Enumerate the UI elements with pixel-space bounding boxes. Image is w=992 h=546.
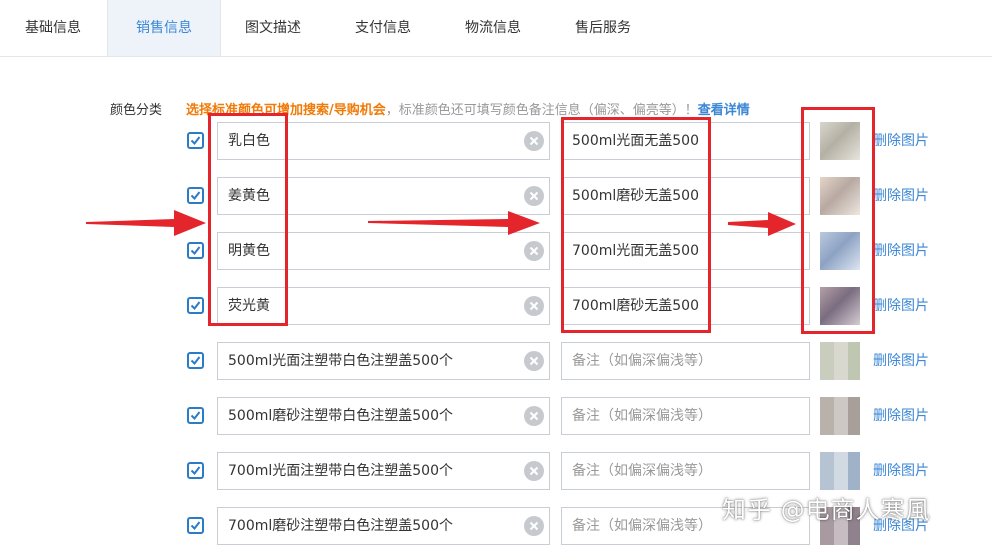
clear-circle-x-icon[interactable] [524,516,544,536]
row-checkbox[interactable] [187,297,204,314]
checkmark-icon [190,466,201,476]
product-thumbnail[interactable] [820,452,860,490]
tab-payment-info[interactable]: 支付信息 [330,0,436,56]
color-note-input[interactable]: 备注（如偏深偏浅等） [561,452,810,490]
clear-circle-x-icon[interactable] [524,351,544,371]
color-name-input[interactable]: 500ml光面注塑带白色注塑盖500个 [217,342,550,380]
row-checkbox[interactable] [187,517,204,534]
annotation-arrow-2 [368,211,540,235]
tab-basic-info[interactable]: 基础信息 [0,0,106,56]
color-row: 500ml磨砂注塑带白色注塑盖500个 备注（如偏深偏浅等） 删除图片 [0,396,992,436]
view-details-link[interactable]: 查看详情 [698,103,750,118]
color-category-label: 颜色分类 [110,103,163,118]
row-checkbox[interactable] [187,407,204,424]
checkmark-icon [190,136,201,146]
color-name-input[interactable]: 500ml磨砂注塑带白色注塑盖500个 [217,397,550,435]
checkmark-icon [190,411,201,421]
tab-after-sales[interactable]: 售后服务 [550,0,656,56]
color-note-input[interactable]: 备注（如偏深偏浅等） [561,397,810,435]
color-name-input[interactable]: 700ml光面注塑带白色注塑盖500个 [217,452,550,490]
clear-circle-x-icon[interactable] [524,186,544,206]
checkmark-icon [190,246,201,256]
row-checkbox[interactable] [187,187,204,204]
delete-image-link[interactable]: 删除图片 [873,350,929,370]
product-thumbnail[interactable] [820,342,860,380]
clear-circle-x-icon[interactable] [524,296,544,316]
checkmark-icon [190,521,201,531]
checkmark-icon [190,356,201,366]
color-name-input[interactable]: 700ml磨砂注塑带白色注塑盖500个 [217,507,550,545]
annotation-box-notes [561,117,711,333]
tab-description[interactable]: 图文描述 [220,0,326,56]
annotation-box-images [801,107,875,334]
checkmark-icon [190,191,201,201]
checkmark-icon [190,301,201,311]
annotation-arrow-3 [728,212,796,236]
delete-image-link[interactable]: 删除图片 [873,185,929,205]
clear-circle-x-icon[interactable] [524,241,544,261]
product-thumbnail[interactable] [820,397,860,435]
color-note-input[interactable]: 备注（如偏深偏浅等） [561,342,810,380]
delete-image-link[interactable]: 删除图片 [873,240,929,260]
delete-image-link[interactable]: 删除图片 [873,130,929,150]
tab-bar: 基础信息 销售信息 图文描述 支付信息 物流信息 售后服务 [0,0,992,57]
annotation-box-names [208,113,288,326]
clear-circle-x-icon[interactable] [524,131,544,151]
row-checkbox[interactable] [187,132,204,149]
row-checkbox[interactable] [187,352,204,369]
color-row: 500ml光面注塑带白色注塑盖500个 备注（如偏深偏浅等） 删除图片 [0,341,992,381]
annotation-arrow-1 [86,210,206,236]
clear-circle-x-icon[interactable] [524,406,544,426]
delete-image-link[interactable]: 删除图片 [873,460,929,480]
delete-image-link[interactable]: 删除图片 [873,405,929,425]
tab-sales-info[interactable]: 销售信息 [107,0,221,56]
watermark: 知乎 @电商人寒風 [722,496,931,524]
delete-image-link[interactable]: 删除图片 [873,295,929,315]
color-row: 700ml光面注塑带白色注塑盖500个 备注（如偏深偏浅等） 删除图片 [0,451,992,491]
row-checkbox[interactable] [187,462,204,479]
clear-circle-x-icon[interactable] [524,461,544,481]
hint-text: ，标准颜色还可填写颜色备注信息（偏深、偏亮等）！ [385,103,698,118]
row-checkbox[interactable] [187,242,204,259]
tab-logistics-info[interactable]: 物流信息 [440,0,546,56]
